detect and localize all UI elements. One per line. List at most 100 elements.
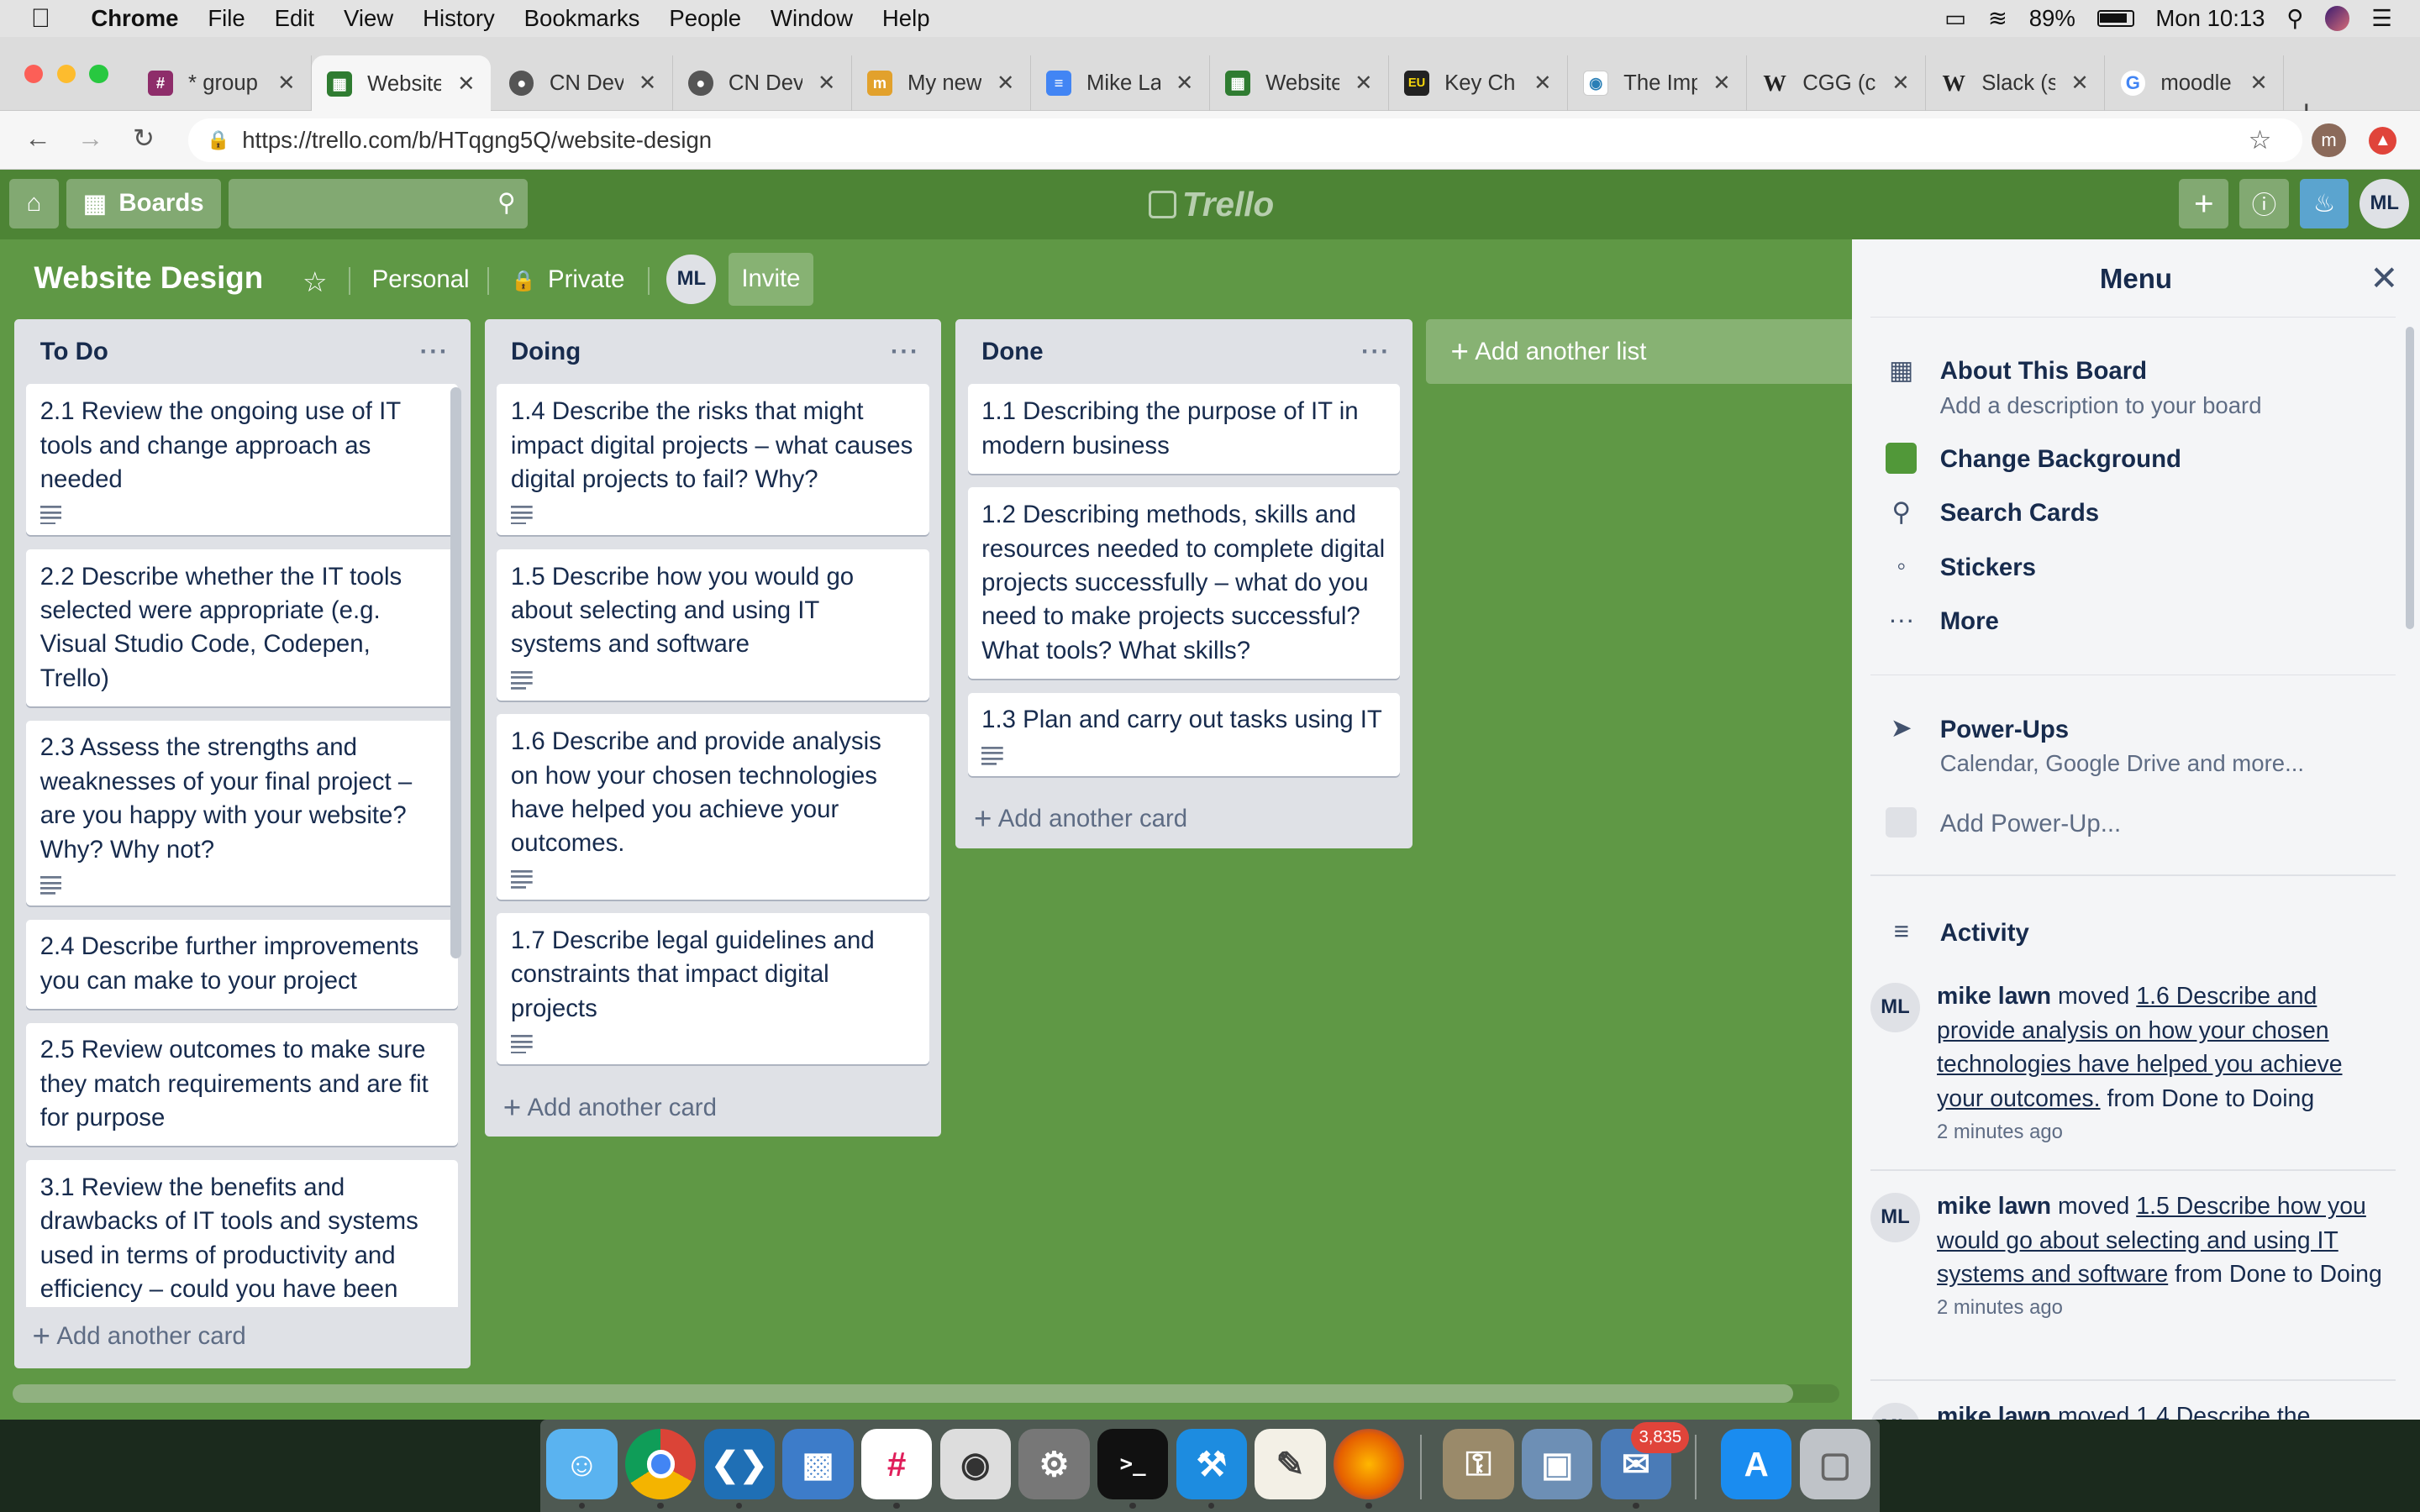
menu-bookmarks[interactable]: Bookmarks bbox=[524, 5, 640, 32]
activity-time[interactable]: 2 minutes ago bbox=[1937, 1116, 2385, 1149]
system-preferences-icon[interactable]: ⚙ bbox=[1018, 1428, 1090, 1500]
list-menu-icon[interactable]: ··· bbox=[420, 338, 450, 366]
activity-user[interactable]: mike lawn bbox=[1937, 1193, 2051, 1220]
menu-file[interactable]: File bbox=[208, 5, 245, 32]
close-tab-icon[interactable]: ✕ bbox=[818, 71, 836, 96]
card[interactable]: 2.2 Describe whether the IT tools select… bbox=[26, 549, 459, 707]
spotlight-search-icon[interactable]: ⚲ bbox=[2286, 5, 2303, 32]
keychain-access-icon[interactable]: ⚿ bbox=[1443, 1428, 1514, 1500]
extension-icon[interactable]: ▲ bbox=[2369, 126, 2397, 155]
home-icon[interactable]: ⌂ bbox=[9, 179, 59, 228]
textedit-icon[interactable]: ✎ bbox=[1255, 1428, 1326, 1500]
browser-tab[interactable]: # * group ✕ bbox=[133, 55, 312, 112]
menu-edit[interactable]: Edit bbox=[275, 5, 314, 32]
close-tab-icon[interactable]: ✕ bbox=[457, 71, 476, 97]
menu-scrollbar[interactable] bbox=[2406, 327, 2414, 630]
vscode-icon[interactable]: ❮❯ bbox=[703, 1428, 776, 1500]
clock[interactable]: Mon 10:13 bbox=[2155, 5, 2265, 32]
scroll-thumb[interactable] bbox=[12, 1383, 1794, 1403]
lock-icon[interactable]: 🔒 bbox=[207, 129, 229, 151]
browser-tab-active[interactable]: ▦ Website ✕ bbox=[312, 55, 492, 113]
card[interactable]: 2.4 Describe further improvements you ca… bbox=[26, 919, 459, 1009]
add-card-button[interactable]: + Add another card bbox=[14, 1307, 471, 1366]
board-title[interactable]: Website Design bbox=[34, 260, 263, 296]
close-tab-icon[interactable]: ✕ bbox=[1891, 71, 1910, 96]
firefox-icon[interactable] bbox=[1333, 1428, 1405, 1500]
info-icon[interactable]: ⓘ bbox=[2239, 179, 2289, 228]
slack-icon[interactable]: # bbox=[860, 1428, 933, 1500]
browser-tab[interactable]: ▦ Website ✕ bbox=[1210, 55, 1390, 112]
close-tab-icon[interactable]: ✕ bbox=[1712, 71, 1731, 96]
card[interactable]: 2.1 Review the ongoing use of IT tools a… bbox=[26, 384, 459, 536]
create-plus-icon[interactable]: + bbox=[2179, 179, 2229, 228]
close-tab-icon[interactable]: ✕ bbox=[1176, 71, 1194, 96]
user-avatar[interactable]: ML bbox=[2360, 179, 2410, 228]
close-tab-icon[interactable]: ✕ bbox=[277, 71, 296, 96]
address-bar[interactable]: 🔒 https://trello.com/b/HTqgng5Q/website-… bbox=[188, 118, 2303, 162]
notifications-bell-icon[interactable]: ♨ bbox=[2299, 179, 2349, 228]
chrome-profile-avatar[interactable]: m bbox=[2312, 123, 2346, 158]
card[interactable]: 1.6 Describe and provide analysis on how… bbox=[497, 714, 929, 900]
browser-tab[interactable]: m My new ✕ bbox=[852, 55, 1031, 112]
preview-icon[interactable]: ▣ bbox=[1521, 1428, 1593, 1500]
stickers[interactable]: ◦ Stickers bbox=[1886, 551, 2036, 585]
close-tab-icon[interactable]: ✕ bbox=[997, 71, 1015, 96]
team-button[interactable]: Personal bbox=[372, 265, 470, 294]
menu-history[interactable]: History bbox=[423, 5, 495, 32]
browser-tab[interactable]: ● CN Dev ✕ bbox=[494, 55, 673, 112]
browser-tab[interactable]: W Slack (s ✕ bbox=[1926, 55, 2106, 112]
invite-button[interactable]: Invite bbox=[728, 253, 813, 306]
list-title[interactable]: To Do bbox=[40, 338, 108, 366]
card[interactable]: 1.7 Describe legal guidelines and constr… bbox=[497, 913, 929, 1065]
app-store-icon[interactable]: A bbox=[1720, 1428, 1792, 1500]
menu-view[interactable]: View bbox=[344, 5, 393, 32]
browser-tab[interactable]: ≡ Mike La ✕ bbox=[1031, 55, 1210, 112]
browser-tab[interactable]: ● CN Dev ✕ bbox=[673, 55, 852, 112]
battery-icon[interactable] bbox=[2096, 9, 2134, 28]
menu-window[interactable]: Window bbox=[771, 5, 853, 32]
power-ups[interactable]: ➤ Power-Ups Calendar, Google Drive and mo… bbox=[1886, 713, 2304, 781]
search-cards[interactable]: ⚲ Search Cards bbox=[1886, 496, 2099, 530]
card[interactable]: 1.4 Describe the risks that might impact… bbox=[497, 384, 929, 536]
card[interactable]: 1.1 Describing the purpose of IT in mode… bbox=[967, 384, 1400, 474]
list-title[interactable]: Doing bbox=[511, 338, 581, 366]
close-tab-icon[interactable]: ✕ bbox=[1534, 71, 1552, 96]
siri-icon[interactable] bbox=[2325, 6, 2350, 31]
notification-center-icon[interactable]: ☰ bbox=[2371, 5, 2392, 32]
more[interactable]: ··· More bbox=[1886, 605, 1999, 638]
add-power-up[interactable]: Add Power-Up... bbox=[1886, 806, 2121, 841]
list-title[interactable]: Done bbox=[981, 338, 1043, 366]
wifi-icon[interactable]: ≋ bbox=[1988, 5, 2007, 32]
trello-logo[interactable]: Trello bbox=[1148, 185, 1274, 224]
menu-people[interactable]: People bbox=[669, 5, 741, 32]
search-input[interactable]: ⚲ bbox=[228, 179, 529, 228]
member-avatar[interactable]: ML bbox=[666, 255, 717, 304]
keynote-icon[interactable]: ▩ bbox=[782, 1428, 854, 1500]
close-icon[interactable]: ✕ bbox=[2370, 258, 2398, 298]
add-card-button[interactable]: + Add another card bbox=[955, 790, 1413, 848]
search-icon[interactable]: ⚲ bbox=[497, 188, 516, 218]
browser-tab[interactable]: EU Key Ch ✕ bbox=[1389, 55, 1569, 112]
screenshot-icon[interactable]: ◉ bbox=[939, 1428, 1012, 1500]
zoom-window-button[interactable] bbox=[89, 65, 108, 84]
airplay-icon[interactable]: ▭ bbox=[1944, 5, 1966, 32]
card[interactable]: 1.3 Plan and carry out tasks using IT bbox=[967, 692, 1400, 776]
bookmark-star-icon[interactable]: ☆ bbox=[2249, 125, 2272, 155]
url-text[interactable]: https://trello.com/b/HTqgng5Q/website-de… bbox=[242, 127, 712, 154]
terminal-icon[interactable]: >_ bbox=[1097, 1428, 1169, 1500]
card[interactable]: 1.2 Describing methods, skills and resou… bbox=[967, 487, 1400, 680]
close-window-button[interactable] bbox=[24, 65, 44, 84]
add-list-button[interactable]: + Add another list bbox=[1426, 319, 1853, 385]
add-card-button[interactable]: + Add another card bbox=[485, 1079, 942, 1137]
about-this-board[interactable]: ▦ About This Board Add a description to y… bbox=[1886, 354, 2262, 423]
browser-tab[interactable]: Gmoodle ✕ bbox=[2105, 55, 2285, 112]
finder-icon[interactable]: ☺ bbox=[546, 1428, 618, 1500]
xcode-icon[interactable]: ⚒ bbox=[1176, 1428, 1248, 1500]
activity-avatar[interactable]: ML bbox=[1870, 1192, 1920, 1242]
chrome-icon[interactable] bbox=[624, 1428, 697, 1500]
menu-app-name[interactable]: Chrome bbox=[91, 5, 178, 32]
visibility-button[interactable]: Private bbox=[548, 265, 624, 294]
card[interactable]: 1.5 Describe how you would go about sele… bbox=[497, 549, 929, 701]
minimize-window-button[interactable] bbox=[56, 65, 76, 84]
browser-tab[interactable]: W CGG (c ✕ bbox=[1747, 55, 1927, 112]
